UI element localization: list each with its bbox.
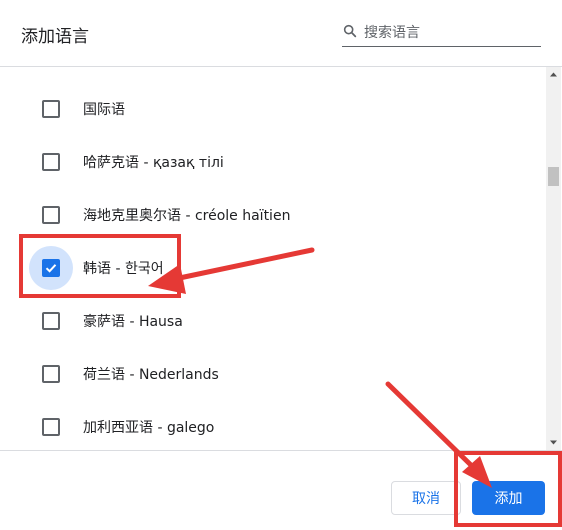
language-checkbox[interactable] [42,312,60,330]
search-input[interactable] [364,22,534,44]
language-label: 加利西亚语 - galego [83,420,215,436]
language-label: 豪萨语 - Hausa [83,314,183,330]
language-checkbox[interactable] [42,206,60,224]
language-item[interactable]: 荷兰语 - Nederlands [0,348,546,401]
language-checkbox[interactable] [42,153,60,171]
language-label: 哈萨克语 - қазақ тілі [83,155,224,171]
language-item[interactable]: 豪萨语 - Hausa [0,295,546,348]
dialog-title: 添加语言 [21,27,89,47]
language-checkbox[interactable] [42,100,60,118]
language-item[interactable]: 加利西亚语 - galego [0,401,546,450]
add-language-dialog: 添加语言 国际语 哈萨克语 - қазақ тілі 海地克里奥尔语 - cré… [0,0,562,529]
dialog-header: 添加语言 [0,0,562,67]
language-label: 荷兰语 - Nederlands [83,367,219,383]
scroll-up-arrow-icon[interactable] [546,67,561,82]
scrollbar-thumb[interactable] [548,167,559,186]
language-checkbox[interactable] [42,365,60,383]
scroll-down-arrow-icon[interactable] [546,435,561,450]
language-item[interactable]: 哈萨克语 - қазақ тілі [0,136,546,189]
language-label: 国际语 [83,102,125,118]
language-label: 海地克里奥尔语 - créole haïtien [83,208,291,224]
search-icon [343,24,357,38]
cancel-button[interactable]: 取消 [391,481,461,515]
language-checkbox[interactable] [42,418,60,436]
annotation-box-korean [19,234,181,298]
language-item[interactable]: 国际语 [0,83,546,136]
annotation-box-add [454,451,562,527]
search-box[interactable] [342,22,541,47]
list-scrollbar[interactable] [546,67,561,450]
